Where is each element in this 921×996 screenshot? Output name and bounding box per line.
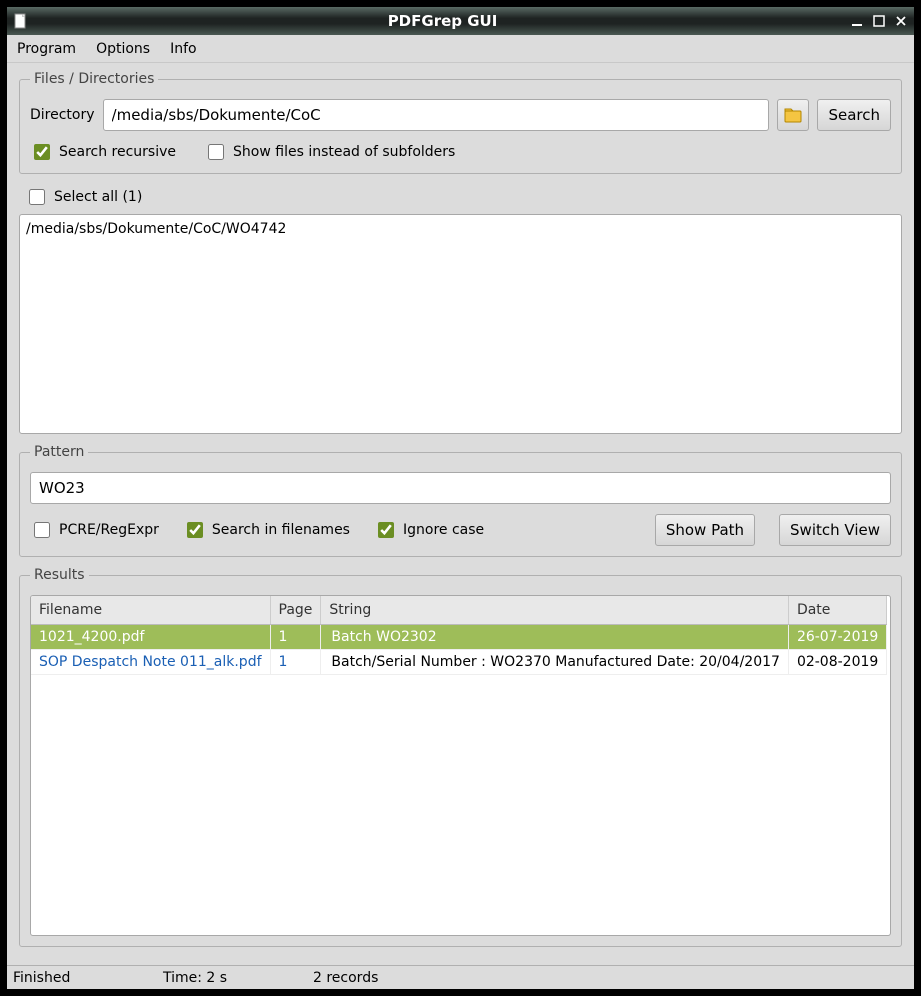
- close-button[interactable]: [894, 14, 908, 28]
- status-text: Finished: [13, 970, 163, 986]
- folder-icon: [783, 105, 803, 125]
- minimize-button[interactable]: [850, 14, 864, 28]
- main-window: PDFGrep GUI Program Options Info Files /…: [6, 6, 915, 990]
- pattern-legend: Pattern: [30, 444, 88, 460]
- switch-view-button[interactable]: Switch View: [779, 514, 891, 546]
- cell-page[interactable]: 1: [270, 625, 321, 650]
- cell-filename[interactable]: 1021_4200.pdf: [31, 625, 270, 650]
- title-bar: PDFGrep GUI: [7, 7, 914, 35]
- results-legend: Results: [30, 567, 89, 583]
- window-controls: [850, 14, 908, 28]
- col-page[interactable]: Page: [270, 596, 321, 625]
- menu-info[interactable]: Info: [170, 41, 197, 57]
- cell-string: Batch/Serial Number : WO2370 Manufacture…: [321, 650, 789, 675]
- results-table[interactable]: Filename Page String Date 1021_4200.pdf1…: [31, 596, 887, 675]
- cell-date: 02-08-2019: [788, 650, 886, 675]
- search-recursive-checkbox[interactable]: Search recursive: [30, 141, 176, 163]
- pattern-input[interactable]: [30, 472, 891, 504]
- search-button[interactable]: Search: [817, 99, 891, 131]
- table-row[interactable]: 1021_4200.pdf1Batch WO230226-07-2019: [31, 625, 887, 650]
- status-bar: Finished Time: 2 s 2 records: [7, 965, 914, 989]
- show-path-button[interactable]: Show Path: [655, 514, 755, 546]
- menu-bar: Program Options Info: [7, 35, 914, 63]
- directory-input[interactable]: [103, 99, 770, 131]
- menu-options[interactable]: Options: [96, 41, 150, 57]
- window-title: PDFGrep GUI: [35, 12, 850, 30]
- maximize-button[interactable]: [872, 14, 886, 28]
- status-time: Time: 2 s: [163, 970, 313, 986]
- browse-folder-button[interactable]: [777, 99, 809, 131]
- search-filenames-checkbox[interactable]: Search in filenames: [183, 519, 350, 541]
- files-directories-group: Files / Directories Directory Search Sea…: [19, 71, 902, 174]
- directory-listbox[interactable]: /media/sbs/Dokumente/CoC/WO4742: [19, 214, 902, 434]
- pattern-group: Pattern PCRE/RegExpr Search in filenames…: [19, 444, 902, 557]
- ignore-case-checkbox[interactable]: Ignore case: [374, 519, 484, 541]
- status-records: 2 records: [313, 970, 463, 986]
- results-group: Results Filename Page String Date 1021_4…: [19, 567, 902, 947]
- content-area: Files / Directories Directory Search Sea…: [7, 63, 914, 965]
- select-all-checkbox[interactable]: Select all (1): [25, 186, 142, 208]
- list-item[interactable]: /media/sbs/Dokumente/CoC/WO4742: [26, 219, 895, 239]
- col-string[interactable]: String: [321, 596, 789, 625]
- cell-date: 26-07-2019: [788, 625, 886, 650]
- pcre-checkbox[interactable]: PCRE/RegExpr: [30, 519, 159, 541]
- cell-filename[interactable]: SOP Despatch Note 011_alk.pdf: [31, 650, 270, 675]
- col-date[interactable]: Date: [788, 596, 886, 625]
- files-directories-legend: Files / Directories: [30, 71, 158, 87]
- menu-program[interactable]: Program: [17, 41, 76, 57]
- app-icon: [13, 13, 29, 29]
- cell-string: Batch WO2302: [321, 625, 789, 650]
- col-filename[interactable]: Filename: [31, 596, 270, 625]
- cell-page[interactable]: 1: [270, 650, 321, 675]
- table-row[interactable]: SOP Despatch Note 011_alk.pdf1Batch/Seri…: [31, 650, 887, 675]
- directory-label: Directory: [30, 107, 95, 123]
- show-files-checkbox[interactable]: Show files instead of subfolders: [204, 141, 455, 163]
